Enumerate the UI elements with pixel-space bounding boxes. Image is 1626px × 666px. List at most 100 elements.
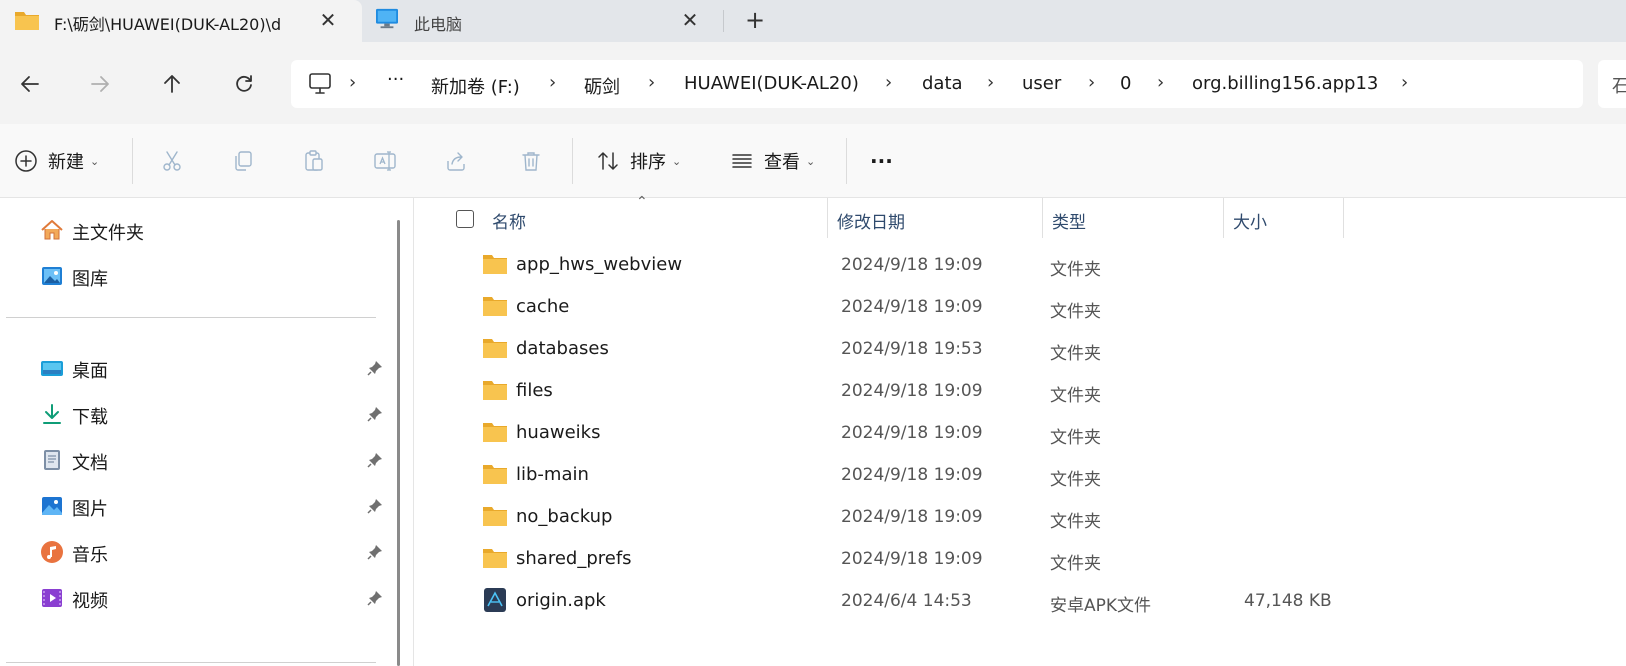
address-bar[interactable]: › ··· 新加卷 (F:) › 砺剑 › HUAWEI(DUK-AL20) ›… bbox=[291, 60, 1583, 108]
sidebar-item-videos[interactable]: 视频 bbox=[36, 581, 396, 615]
chevron-down-icon: ⌄ bbox=[806, 154, 816, 168]
file-name: huaweiks bbox=[516, 422, 601, 443]
refresh-button[interactable] bbox=[226, 66, 262, 102]
folder-icon bbox=[15, 12, 39, 30]
file-list: ⌃ 名称 修改日期 类型 大小 app_hws_webview 2024/9/1… bbox=[414, 194, 1626, 666]
back-button[interactable] bbox=[12, 66, 48, 102]
table-row[interactable]: cache 2024/9/18 19:09 文件夹 bbox=[444, 288, 1484, 328]
column-header-type[interactable]: 类型 bbox=[1052, 208, 1086, 233]
breadcrumb-user[interactable]: user bbox=[1022, 73, 1061, 94]
tab-this-pc[interactable]: 此电脑 ✕ bbox=[362, 0, 724, 42]
pin-icon[interactable] bbox=[366, 589, 384, 607]
new-tab-button[interactable]: + bbox=[740, 6, 770, 36]
file-name: files bbox=[516, 380, 553, 401]
more-options-button[interactable]: ··· bbox=[870, 142, 893, 180]
sidebar-item-pictures[interactable]: 图片 bbox=[36, 489, 396, 523]
sidebar-item-label: 下载 bbox=[72, 407, 108, 428]
pictures-icon bbox=[42, 497, 62, 515]
pin-icon[interactable] bbox=[366, 451, 384, 469]
file-modified: 2024/9/18 19:53 bbox=[841, 339, 983, 359]
share-button[interactable] bbox=[444, 142, 468, 180]
search-box[interactable]: 石 bbox=[1598, 60, 1626, 108]
more-icon: ··· bbox=[870, 149, 893, 173]
videos-icon bbox=[42, 589, 62, 607]
pin-icon[interactable] bbox=[366, 359, 384, 377]
file-modified: 2024/9/18 19:09 bbox=[841, 423, 983, 443]
apk-file-icon bbox=[484, 588, 506, 612]
sidebar-item-desktop[interactable]: 桌面 bbox=[36, 351, 396, 385]
folder-icon bbox=[483, 339, 507, 358]
pin-icon[interactable] bbox=[366, 405, 384, 423]
rename-button[interactable] bbox=[373, 142, 397, 180]
sidebar-item-music[interactable]: 音乐 bbox=[36, 535, 396, 569]
sidebar-divider bbox=[6, 662, 376, 663]
column-divider[interactable] bbox=[827, 198, 828, 238]
file-type: 文件夹 bbox=[1050, 428, 1101, 448]
close-icon[interactable]: ✕ bbox=[678, 8, 702, 32]
column-header-name[interactable]: 名称 bbox=[492, 208, 526, 233]
pin-icon[interactable] bbox=[366, 543, 384, 561]
delete-button[interactable] bbox=[519, 142, 543, 180]
folder-icon bbox=[483, 465, 507, 484]
arrow-up-icon bbox=[164, 75, 180, 93]
breadcrumb-lijian[interactable]: 砺剑 bbox=[584, 73, 620, 99]
cut-button[interactable] bbox=[160, 142, 184, 180]
copy-button[interactable] bbox=[231, 142, 255, 180]
scissors-icon bbox=[163, 151, 181, 171]
command-bar: 新建 ⌄ 排序 ⌄ 查看 ⌄ ··· bbox=[0, 124, 1626, 198]
view-button[interactable]: 查看 ⌄ bbox=[730, 142, 815, 180]
table-row[interactable]: lib-main 2024/9/18 19:09 文件夹 bbox=[444, 456, 1484, 496]
breadcrumb-drive[interactable]: 新加卷 (F:) bbox=[431, 73, 520, 99]
file-name: no_backup bbox=[516, 506, 613, 527]
rename-icon bbox=[374, 151, 396, 171]
table-row[interactable]: databases 2024/9/18 19:53 文件夹 bbox=[444, 330, 1484, 370]
navigation-pane: 主文件夹 图库 桌面 下载 文档 图片 音乐 视频 bbox=[0, 198, 400, 666]
up-button[interactable] bbox=[154, 66, 190, 102]
file-modified: 2024/9/18 19:09 bbox=[841, 297, 983, 317]
chevron-right-icon: › bbox=[1401, 72, 1409, 93]
sidebar-item-home[interactable]: 主文件夹 bbox=[36, 213, 396, 247]
pin-icon[interactable] bbox=[366, 497, 384, 515]
table-row[interactable]: no_backup 2024/9/18 19:09 文件夹 bbox=[444, 498, 1484, 538]
select-all-checkbox[interactable] bbox=[456, 210, 474, 228]
column-header-modified[interactable]: 修改日期 bbox=[837, 208, 905, 233]
breadcrumb-zero[interactable]: 0 bbox=[1120, 73, 1131, 94]
column-divider[interactable] bbox=[1343, 198, 1344, 238]
sort-button[interactable]: 排序 ⌄ bbox=[596, 142, 681, 180]
column-divider[interactable] bbox=[1042, 198, 1043, 238]
sort-button-label: 排序 bbox=[630, 152, 666, 173]
breadcrumb-huawei[interactable]: HUAWEI(DUK-AL20) bbox=[684, 73, 859, 94]
sidebar-scrollbar[interactable] bbox=[397, 220, 400, 666]
table-row[interactable]: shared_prefs 2024/9/18 19:09 文件夹 bbox=[444, 540, 1484, 580]
command-divider bbox=[572, 138, 573, 184]
breadcrumb-overflow[interactable]: ··· bbox=[387, 69, 404, 90]
close-icon[interactable]: ✕ bbox=[316, 8, 340, 32]
sidebar-item-downloads[interactable]: 下载 bbox=[36, 397, 396, 431]
sidebar-item-documents[interactable]: 文档 bbox=[36, 443, 396, 477]
tab-title: F:\砺剑\HUAWEI(DUK-AL20)\d bbox=[54, 15, 282, 34]
forward-button[interactable] bbox=[82, 66, 118, 102]
column-divider[interactable] bbox=[1223, 198, 1224, 238]
chevron-right-icon: › bbox=[549, 72, 557, 93]
tab-current-folder[interactable]: F:\砺剑\HUAWEI(DUK-AL20)\d ✕ bbox=[0, 0, 362, 42]
sidebar-item-gallery[interactable]: 图库 bbox=[36, 259, 396, 293]
file-name: lib-main bbox=[516, 464, 589, 485]
navigation-bar: › ··· 新加卷 (F:) › 砺剑 › HUAWEI(DUK-AL20) ›… bbox=[0, 42, 1626, 124]
file-type: 文件夹 bbox=[1050, 260, 1101, 280]
chevron-right-icon: › bbox=[1088, 72, 1096, 93]
sidebar-item-label: 主文件夹 bbox=[72, 223, 144, 244]
table-row[interactable]: app_hws_webview 2024/9/18 19:09 文件夹 bbox=[444, 246, 1484, 286]
breadcrumb-data[interactable]: data bbox=[922, 73, 963, 94]
file-name: app_hws_webview bbox=[516, 254, 683, 275]
new-button[interactable]: 新建 ⌄ bbox=[14, 142, 99, 180]
file-modified: 2024/6/4 14:53 bbox=[841, 591, 972, 611]
breadcrumb-app[interactable]: org.billing156.app13 bbox=[1192, 73, 1378, 94]
table-row[interactable]: origin.apk 2024/6/4 14:53 安卓APK文件 47,148… bbox=[444, 582, 1484, 622]
file-type: 文件夹 bbox=[1050, 386, 1101, 406]
table-row[interactable]: huaweiks 2024/9/18 19:09 文件夹 bbox=[444, 414, 1484, 454]
paste-button[interactable] bbox=[302, 142, 326, 180]
download-icon bbox=[43, 404, 61, 424]
table-row[interactable]: files 2024/9/18 19:09 文件夹 bbox=[444, 372, 1484, 412]
tab-title: 此电脑 bbox=[414, 15, 463, 34]
column-header-size[interactable]: 大小 bbox=[1233, 208, 1267, 233]
